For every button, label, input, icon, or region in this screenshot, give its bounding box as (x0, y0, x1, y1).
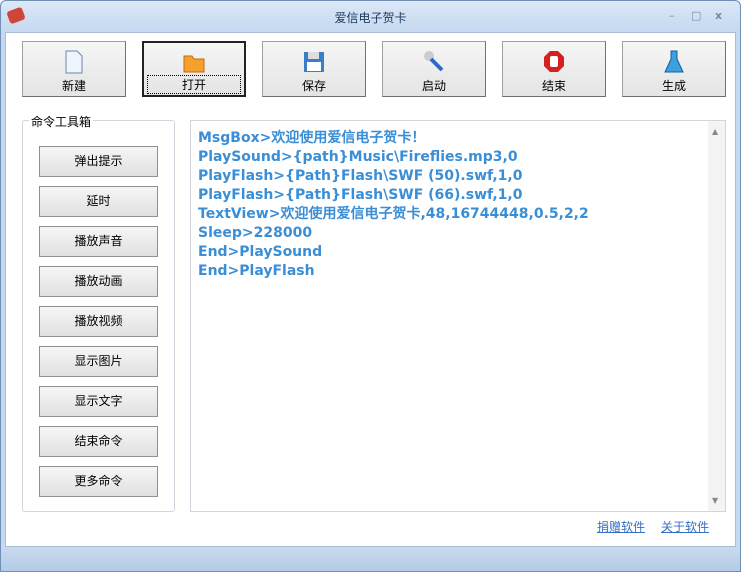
window-title: 爱信电子贺卡 (334, 11, 407, 25)
script-line: MsgBox>欢迎使用爱信电子贺卡！ (198, 130, 426, 146)
save-label: 保存 (301, 79, 326, 93)
close-button[interactable]: x (715, 9, 722, 22)
script-line: PlayFlash>{Path}Flash\SWF (66).swf,1,0 (198, 187, 523, 203)
folder-icon (183, 55, 205, 73)
cmd-play-video-button[interactable]: 播放视频 (39, 306, 158, 337)
save-button[interactable]: 保存 (262, 41, 366, 97)
script-line: End>PlaySound (198, 244, 323, 260)
client-area: 新建 打开 保存 启动 结束 生成 命令工具箱 弹出提示 延时 播放声音 播放动… (5, 32, 736, 547)
about-link[interactable]: 关于软件 (661, 518, 709, 535)
start-label: 启动 (421, 79, 446, 93)
save-icon (304, 52, 324, 72)
cmd-show-text-button[interactable]: 显示文字 (39, 386, 158, 417)
new-file-icon (65, 50, 83, 74)
stop-button[interactable]: 结束 (502, 41, 606, 97)
flask-icon (664, 50, 684, 73)
new-button[interactable]: 新建 (22, 41, 126, 97)
cmd-play-animation-button[interactable]: 播放动画 (39, 266, 158, 297)
open-label: 打开 (147, 75, 241, 94)
cmd-more-button[interactable]: 更多命令 (39, 466, 158, 497)
maximize-button[interactable]: □ (691, 9, 701, 22)
script-line: Sleep>228000 (198, 225, 313, 241)
script-editor[interactable]: MsgBox>欢迎使用爱信电子贺卡！ PlaySound>{path}Music… (190, 120, 726, 512)
script-line: TextView>欢迎使用爱信电子贺卡,48,16744448,0.5,2,2 (198, 206, 589, 222)
cmd-msgbox-button[interactable]: 弹出提示 (39, 146, 158, 177)
cmd-show-image-button[interactable]: 显示图片 (39, 346, 158, 377)
scroll-up-icon[interactable]: ▲ (712, 127, 718, 136)
stop-label: 结束 (541, 79, 566, 93)
generate-button[interactable]: 生成 (622, 41, 726, 97)
cmd-delay-button[interactable]: 延时 (39, 186, 158, 217)
cmd-play-sound-button[interactable]: 播放声音 (39, 226, 158, 257)
script-line: PlaySound>{path}Music\Fireflies.mp3,0 (198, 149, 518, 165)
wrench-icon (424, 51, 444, 72)
open-button[interactable]: 打开 (142, 41, 246, 97)
status-bar (1, 547, 740, 571)
command-toolbox: 命令工具箱 弹出提示 延时 播放声音 播放动画 播放视频 显示图片 显示文字 结… (22, 113, 175, 512)
donate-link[interactable]: 捐赠软件 (597, 518, 645, 535)
minimize-button[interactable]: – (669, 9, 675, 22)
generate-label: 生成 (661, 79, 686, 93)
cmd-end-button[interactable]: 结束命令 (39, 426, 158, 457)
start-button[interactable]: 启动 (382, 41, 486, 97)
script-line: End>PlayFlash (198, 263, 315, 279)
vertical-scrollbar[interactable]: ▲ ▼ (708, 121, 725, 511)
new-label: 新建 (61, 79, 86, 93)
title-bar: 爱信电子贺卡 – □ x (1, 1, 740, 32)
toolbox-title: 命令工具箱 (29, 113, 94, 130)
scroll-down-icon[interactable]: ▼ (712, 496, 718, 505)
app-window: 爱信电子贺卡 – □ x 新建 打开 保存 启动 结束 生成 命令工具箱 弹出提… (0, 0, 741, 572)
stop-icon (544, 51, 564, 72)
script-line: PlayFlash>{Path}Flash\SWF (50).swf,1,0 (198, 168, 523, 184)
